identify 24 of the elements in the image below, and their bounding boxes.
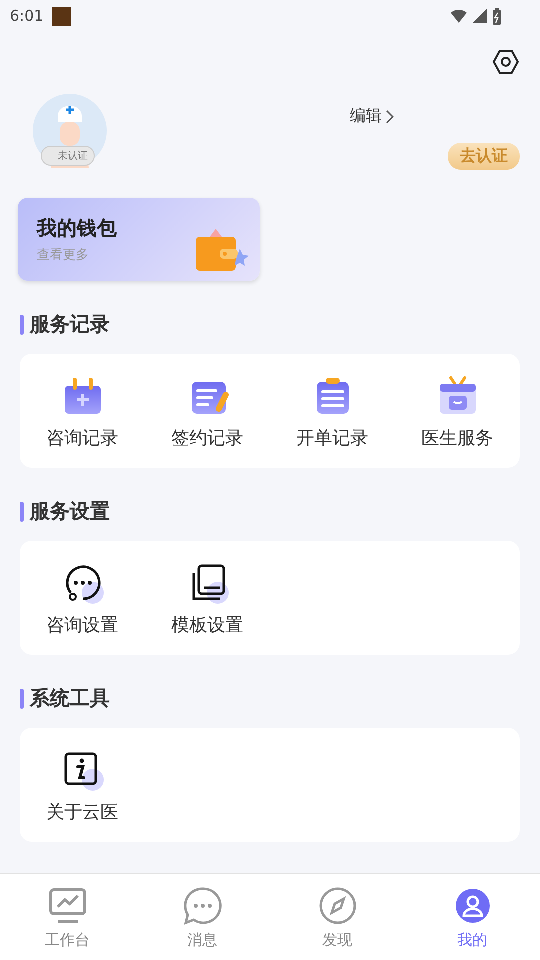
message-icon	[182, 884, 224, 926]
chevron-right-icon	[386, 110, 394, 124]
wallet-card[interactable]: 我的钱包 查看更多	[18, 198, 260, 281]
signal-icon	[472, 8, 488, 24]
nav-tab[interactable]: 消息	[135, 874, 270, 960]
status-time: 6:01	[10, 7, 44, 25]
menu-item[interactable]: 模板设置	[145, 561, 270, 637]
edit-link[interactable]: 编辑	[350, 106, 394, 127]
battery-icon	[492, 8, 502, 24]
nav-tab[interactable]: 我的	[405, 874, 540, 960]
nav-tab[interactable]: 发现	[270, 874, 405, 960]
menu-item[interactable]: 签约记录	[145, 374, 270, 450]
settings-icon[interactable]	[492, 48, 520, 76]
section-title: 系统工具	[30, 685, 110, 712]
wifi-icon	[450, 8, 468, 24]
menu-item[interactable]: 开单记录	[270, 374, 395, 450]
menu-item[interactable]: 咨询设置	[20, 561, 145, 637]
section-title: 服务记录	[30, 311, 110, 338]
nav-tab[interactable]: 工作台	[0, 874, 135, 960]
menu-item[interactable]: 医生服务	[395, 374, 520, 450]
menu-item[interactable]: 咨询记录	[20, 374, 145, 450]
menu-item[interactable]: 关于云医	[20, 748, 145, 824]
section-title: 服务设置	[30, 498, 110, 525]
unverified-badge: 未认证	[41, 146, 95, 166]
